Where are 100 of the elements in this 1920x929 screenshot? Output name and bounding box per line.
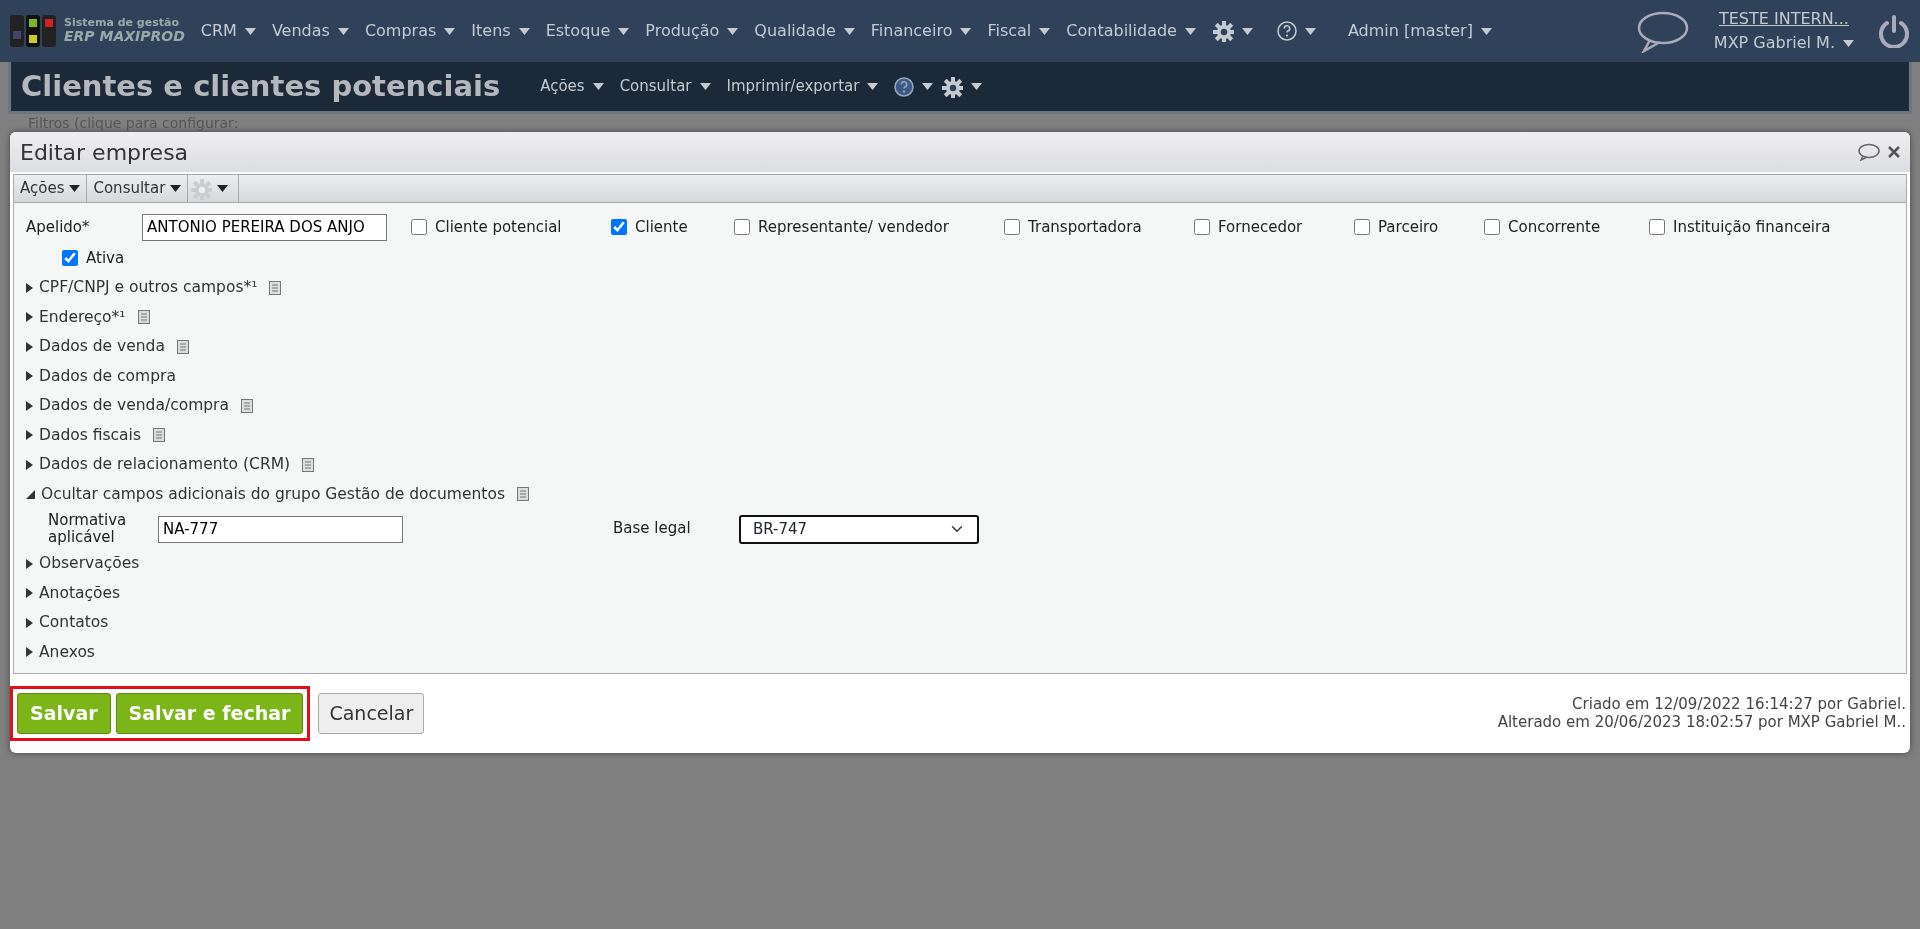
- expand-icon[interactable]: [26, 430, 33, 441]
- chat-icon[interactable]: [1635, 9, 1690, 53]
- section-toggle[interactable]: Dados de relacionamento (CRM): [39, 453, 291, 477]
- checkbox[interactable]: [1004, 219, 1020, 235]
- help-icon[interactable]: [894, 76, 915, 97]
- toolbar-menu[interactable]: Ações: [20, 177, 65, 200]
- checkbox-label: Transportadora: [1028, 216, 1142, 238]
- section-toggle[interactable]: Dados fiscais: [39, 423, 141, 447]
- nav-menu[interactable]: Estoque: [545, 19, 611, 43]
- section-toggle[interactable]: Ocultar campos adicionais do grupo Gestão de documentos: [41, 482, 505, 506]
- expand-icon[interactable]: [26, 558, 33, 569]
- gear-icon[interactable]: [941, 75, 964, 98]
- nav-menu[interactable]: Contabilidade: [1066, 19, 1177, 43]
- nav-menu[interactable]: CRM: [200, 19, 237, 43]
- field-label: Normativa aplicável: [48, 511, 128, 547]
- page-title: Clientes e clientes potenciais: [21, 67, 501, 105]
- company-link[interactable]: TESTE INTERN...: [1713, 7, 1854, 31]
- caret-icon: [170, 185, 182, 192]
- section-toggle[interactable]: CPF/CNPJ e outros campos*¹: [39, 276, 258, 300]
- section-toggle[interactable]: Dados de venda: [39, 335, 165, 359]
- close-icon[interactable]: [1888, 146, 1900, 158]
- section-toggle[interactable]: Observações: [39, 552, 140, 576]
- caret-icon: [337, 27, 349, 35]
- caret-icon: [1184, 27, 1196, 35]
- expand-icon[interactable]: [26, 282, 33, 293]
- caret-icon: [1039, 27, 1051, 35]
- caret-icon: [727, 27, 739, 35]
- audit-text: Alterado em 20/06/2023 18:02:57 por MXP Gabriel M..: [1497, 713, 1906, 732]
- checkbox[interactable]: [1354, 219, 1370, 235]
- caret-icon: [1241, 27, 1253, 35]
- checkbox-label: Cliente potencial: [435, 216, 562, 238]
- expand-icon[interactable]: [26, 647, 33, 658]
- nav-menu[interactable]: Qualidade: [754, 19, 836, 43]
- caret-icon: [69, 185, 81, 192]
- expand-icon[interactable]: [26, 312, 33, 323]
- toolbar-menu[interactable]: Consultar: [93, 177, 166, 200]
- caret-icon: [444, 27, 456, 35]
- expand-icon[interactable]: [26, 617, 33, 628]
- checkbox-label: Representante/ vendedor: [758, 216, 949, 238]
- checkbox[interactable]: [611, 219, 627, 235]
- caret-icon: [1480, 27, 1492, 35]
- cancel-button[interactable]: Cancelar: [318, 693, 425, 734]
- nav-menu[interactable]: Financeiro: [870, 19, 953, 43]
- field-label: Base legal: [613, 520, 692, 538]
- header-menu[interactable]: Consultar: [619, 75, 692, 98]
- caret-icon: [618, 27, 630, 35]
- header-menu[interactable]: Imprimir/exportar: [726, 75, 860, 98]
- section-toggle[interactable]: Contatos: [39, 611, 109, 635]
- caret-icon: [971, 83, 983, 90]
- caret-icon: [922, 83, 934, 90]
- nav-menu[interactable]: Produção: [645, 19, 720, 43]
- checkbox[interactable]: [411, 219, 427, 235]
- checkbox-label: Concorrente: [1508, 216, 1601, 238]
- header-menu[interactable]: Ações: [540, 75, 585, 98]
- caret-icon: [867, 83, 879, 90]
- expand-icon[interactable]: [26, 400, 33, 411]
- caret-icon: [960, 27, 972, 35]
- caret-icon: [518, 27, 530, 35]
- checkbox-label: Ativa: [86, 247, 125, 269]
- section-toggle[interactable]: Anexos: [39, 640, 95, 664]
- select-field[interactable]: BR-747: [739, 514, 979, 544]
- nav-menu[interactable]: Compras: [364, 19, 437, 43]
- caret-icon: [843, 27, 855, 35]
- section-toggle[interactable]: Endereço*¹: [39, 305, 126, 329]
- checkbox[interactable]: [1649, 219, 1665, 235]
- help-icon[interactable]: [1276, 21, 1297, 41]
- power-icon[interactable]: [1878, 14, 1910, 48]
- section-toggle[interactable]: Anotações: [39, 581, 121, 605]
- text-field[interactable]: NA-777: [158, 515, 403, 543]
- checkbox[interactable]: [734, 219, 750, 235]
- nav-menu[interactable]: Fiscal: [987, 19, 1032, 43]
- checkbox[interactable]: [62, 250, 78, 266]
- caret-icon: [217, 185, 229, 192]
- expand-icon[interactable]: [26, 341, 33, 352]
- nav-menu[interactable]: Vendas: [271, 19, 330, 43]
- checkbox[interactable]: [1484, 219, 1500, 235]
- expand-icon[interactable]: [26, 459, 33, 470]
- expand-icon[interactable]: [26, 588, 33, 599]
- admin-menu[interactable]: Admin [master]: [1347, 19, 1473, 43]
- caret-icon: [699, 83, 711, 90]
- section-toggle[interactable]: Dados de venda/compra: [39, 394, 229, 418]
- gear-icon[interactable]: [1211, 20, 1234, 42]
- expand-icon[interactable]: [26, 489, 35, 499]
- logo-icon: [10, 13, 56, 49]
- caret-icon: [592, 83, 604, 90]
- checkbox-label: Fornecedor: [1218, 216, 1303, 238]
- field-label: Apelido*: [25, 216, 91, 238]
- caret-icon: [1304, 27, 1316, 35]
- user-menu[interactable]: MXP Gabriel M.: [1713, 31, 1835, 55]
- expand-icon[interactable]: [26, 371, 33, 382]
- checkbox[interactable]: [1194, 219, 1210, 235]
- text-field[interactable]: ANTONIO PEREIRA DOS ANJO: [142, 213, 387, 241]
- dialog-title: Editar empresa: [20, 138, 189, 167]
- section-toggle[interactable]: Dados de compra: [39, 364, 176, 388]
- caret-icon: [1843, 39, 1854, 47]
- checkbox-label: Cliente: [635, 216, 688, 238]
- nav-menu[interactable]: Itens: [471, 19, 511, 43]
- checkbox-label: Instituição financeira: [1673, 216, 1831, 238]
- caret-icon: [244, 27, 256, 35]
- chat-icon[interactable]: [1858, 143, 1880, 161]
